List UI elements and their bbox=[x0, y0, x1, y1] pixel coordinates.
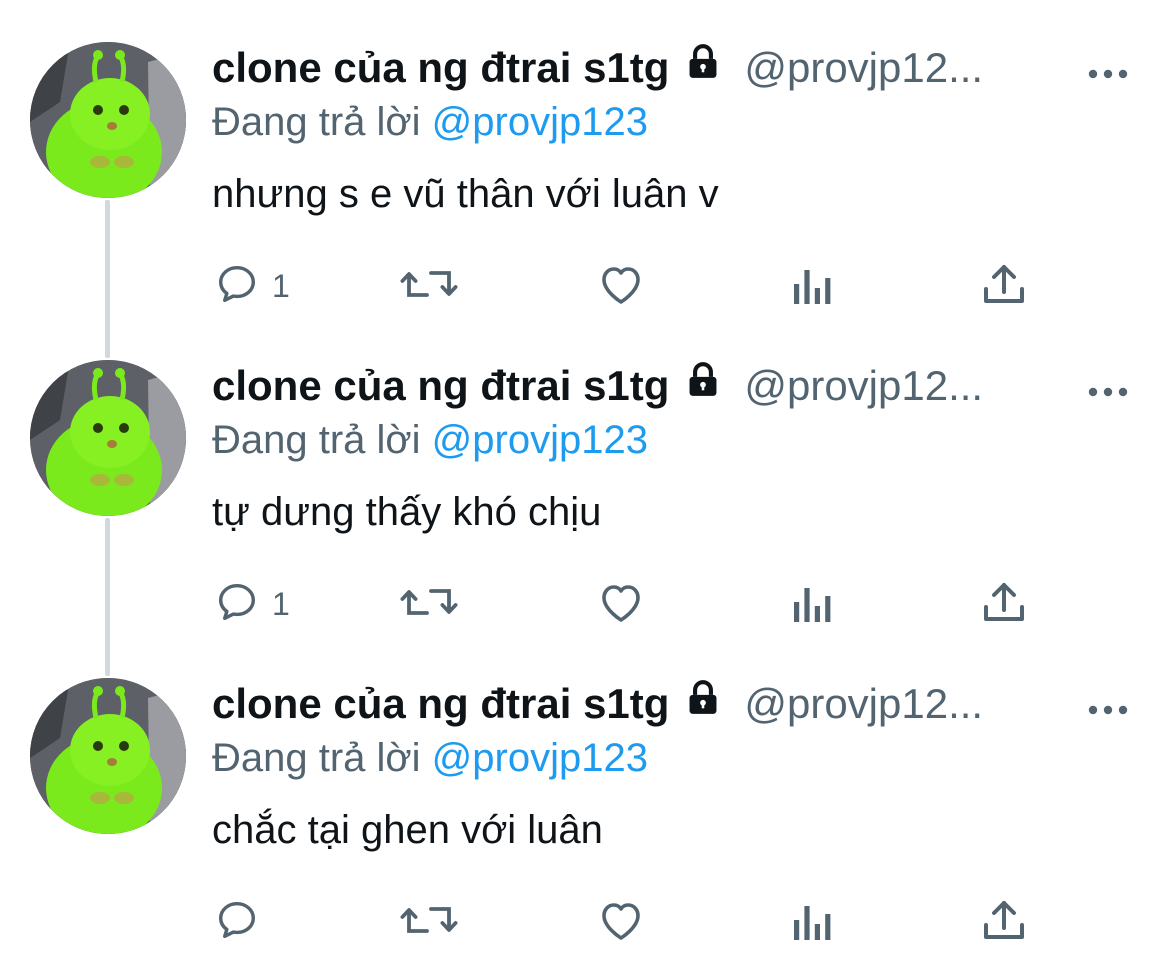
share-icon bbox=[982, 898, 1026, 947]
avatar-image bbox=[30, 678, 186, 834]
retweet-icon bbox=[400, 578, 458, 631]
views-button[interactable] bbox=[792, 262, 834, 310]
reply-button[interactable] bbox=[214, 898, 272, 946]
heart-icon bbox=[597, 261, 645, 312]
retweet-button[interactable] bbox=[400, 580, 458, 628]
views-button[interactable] bbox=[792, 580, 834, 628]
tweet-text: nhưng s e vũ thân với luân v bbox=[212, 172, 719, 216]
tweet[interactable]: clone của ng đtrai s1tg @provjp12... Đan… bbox=[0, 636, 1170, 954]
reply-button[interactable]: 1 bbox=[214, 262, 290, 310]
views-icon bbox=[792, 898, 834, 947]
lock-icon bbox=[684, 43, 722, 86]
avatar[interactable] bbox=[30, 42, 186, 198]
views-icon bbox=[792, 262, 834, 311]
more-icon[interactable] bbox=[1088, 702, 1128, 720]
display-name[interactable]: clone của ng đtrai s1tg bbox=[212, 680, 669, 727]
tweet[interactable]: clone của ng đtrai s1tg @provjp12... Đan… bbox=[0, 0, 1170, 318]
like-button[interactable] bbox=[597, 580, 645, 628]
share-icon bbox=[982, 262, 1026, 311]
tweet-text: tự dưng thấy khó chịu bbox=[212, 490, 602, 534]
heart-icon bbox=[597, 579, 645, 630]
reply-icon bbox=[214, 579, 260, 630]
avatar-image bbox=[30, 360, 186, 516]
avatar-image bbox=[30, 42, 186, 198]
reply-count: 1 bbox=[272, 585, 290, 622]
replying-to-label: Đang trả lời bbox=[212, 418, 421, 462]
replying-to-label: Đang trả lời bbox=[212, 100, 421, 144]
tweet-header: clone của ng đtrai s1tg @provjp12... bbox=[212, 43, 983, 104]
retweet-button[interactable] bbox=[400, 898, 458, 946]
reply-icon bbox=[214, 897, 260, 948]
retweet-icon bbox=[400, 896, 458, 949]
replying-to-handle[interactable]: @provjp123 bbox=[432, 736, 648, 780]
tweet[interactable]: clone của ng đtrai s1tg @provjp12... Đan… bbox=[0, 318, 1170, 636]
replying-to-handle[interactable]: @provjp123 bbox=[432, 100, 648, 144]
views-button[interactable] bbox=[792, 898, 834, 946]
user-handle[interactable]: @provjp12... bbox=[744, 362, 983, 409]
views-icon bbox=[792, 580, 834, 629]
lock-icon bbox=[684, 361, 722, 404]
share-button[interactable] bbox=[982, 580, 1026, 628]
avatar[interactable] bbox=[30, 678, 186, 834]
user-handle[interactable]: @provjp12... bbox=[744, 680, 983, 727]
like-button[interactable] bbox=[597, 898, 645, 946]
more-icon[interactable] bbox=[1088, 66, 1128, 84]
retweet-icon bbox=[400, 260, 458, 313]
replying-to-line: Đang trả lời @provjp123 bbox=[212, 736, 648, 781]
replying-to-label: Đang trả lời bbox=[212, 736, 421, 780]
retweet-button[interactable] bbox=[400, 262, 458, 310]
share-button[interactable] bbox=[982, 262, 1026, 310]
replying-to-line: Đang trả lời @provjp123 bbox=[212, 418, 648, 463]
lock-icon bbox=[684, 679, 722, 722]
avatar[interactable] bbox=[30, 360, 186, 516]
share-button[interactable] bbox=[982, 898, 1026, 946]
reply-count: 1 bbox=[272, 267, 290, 304]
display-name[interactable]: clone của ng đtrai s1tg bbox=[212, 362, 669, 409]
replying-to-handle[interactable]: @provjp123 bbox=[432, 418, 648, 462]
reply-button[interactable]: 1 bbox=[214, 580, 290, 628]
display-name[interactable]: clone của ng đtrai s1tg bbox=[212, 44, 669, 91]
tweet-thread: clone của ng đtrai s1tg @provjp12... Đan… bbox=[0, 0, 1170, 971]
replying-to-line: Đang trả lời @provjp123 bbox=[212, 100, 648, 145]
reply-icon bbox=[214, 261, 260, 312]
tweet-text: chắc tại ghen với luân bbox=[212, 808, 603, 852]
heart-icon bbox=[597, 897, 645, 948]
more-icon[interactable] bbox=[1088, 384, 1128, 402]
tweet-header: clone của ng đtrai s1tg @provjp12... bbox=[212, 361, 983, 422]
like-button[interactable] bbox=[597, 262, 645, 310]
tweet-header: clone của ng đtrai s1tg @provjp12... bbox=[212, 679, 983, 740]
user-handle[interactable]: @provjp12... bbox=[744, 44, 983, 91]
share-icon bbox=[982, 580, 1026, 629]
